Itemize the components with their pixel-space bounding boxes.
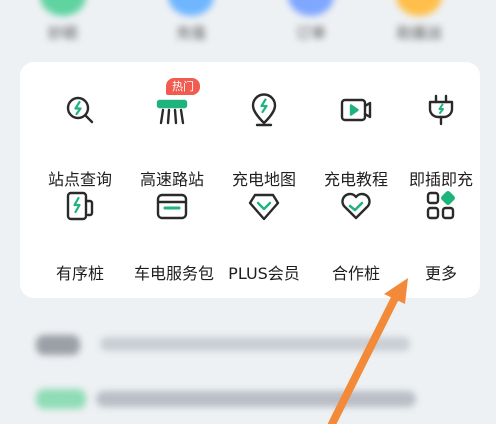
menu-item-service-package[interactable]: 车电服务包 xyxy=(126,188,218,298)
diamond-icon xyxy=(246,188,282,224)
menu-item-charging-map[interactable]: 充电地图 xyxy=(218,92,310,202)
plug-bolt-icon xyxy=(423,92,459,128)
service-package-icon xyxy=(154,188,190,224)
menu-label: 车电服务包 xyxy=(134,264,215,283)
hot-badge: 热门 xyxy=(166,78,200,95)
menu-item-plus-member[interactable]: PLUS会员 xyxy=(218,188,310,298)
services-panel: 站点查询 高速路站 充电地图 充电教程 即插即充 有序桩 车电服务包 PLUS会… xyxy=(20,62,480,298)
menu-item-plug-and-charge[interactable]: 即插即充 xyxy=(395,92,487,202)
menu-label: 合作桩 xyxy=(331,264,380,283)
more-grid-icon xyxy=(423,188,459,224)
video-play-icon xyxy=(338,92,374,128)
top-shortcut-icon-3[interactable] xyxy=(288,0,334,16)
menu-label: 有序桩 xyxy=(55,264,104,283)
charging-pile-icon xyxy=(62,188,98,224)
handshake-heart-icon xyxy=(338,188,374,224)
menu-item-more[interactable]: 更多 xyxy=(395,188,487,298)
top-shortcut-icon-2[interactable] xyxy=(168,0,214,16)
menu-label: 更多 xyxy=(424,264,457,283)
menu-label: PLUS会员 xyxy=(228,264,300,283)
blurred-tag xyxy=(36,389,86,409)
top-shortcut-row: 妙砺 充值 订单 助援战 xyxy=(0,0,496,58)
highway-station-icon xyxy=(154,92,190,128)
search-bolt-icon xyxy=(62,92,98,128)
top-shortcut-label-4: 助援战 xyxy=(396,24,442,42)
blurred-content-below xyxy=(0,305,496,424)
map-pin-bolt-icon xyxy=(246,92,282,128)
top-shortcut-label-1: 妙砺 xyxy=(47,24,78,42)
menu-item-charging-tutorial[interactable]: 充电教程 xyxy=(310,92,402,202)
menu-item-highway-station[interactable]: 高速路站 xyxy=(126,92,218,202)
top-shortcut-icon-4[interactable] xyxy=(396,0,442,16)
blurred-text-line xyxy=(96,391,416,407)
top-shortcut-label-2: 充值 xyxy=(175,24,206,42)
top-shortcut-icon-1[interactable] xyxy=(40,0,86,16)
menu-item-station-search[interactable]: 站点查询 xyxy=(34,92,126,202)
blurred-text-line xyxy=(100,337,410,351)
blurred-tag xyxy=(36,335,80,355)
top-shortcut-label-3: 订单 xyxy=(295,24,326,42)
menu-item-partner-pile[interactable]: 合作桩 xyxy=(310,188,402,298)
menu-item-ordered-pile[interactable]: 有序桩 xyxy=(34,188,126,298)
